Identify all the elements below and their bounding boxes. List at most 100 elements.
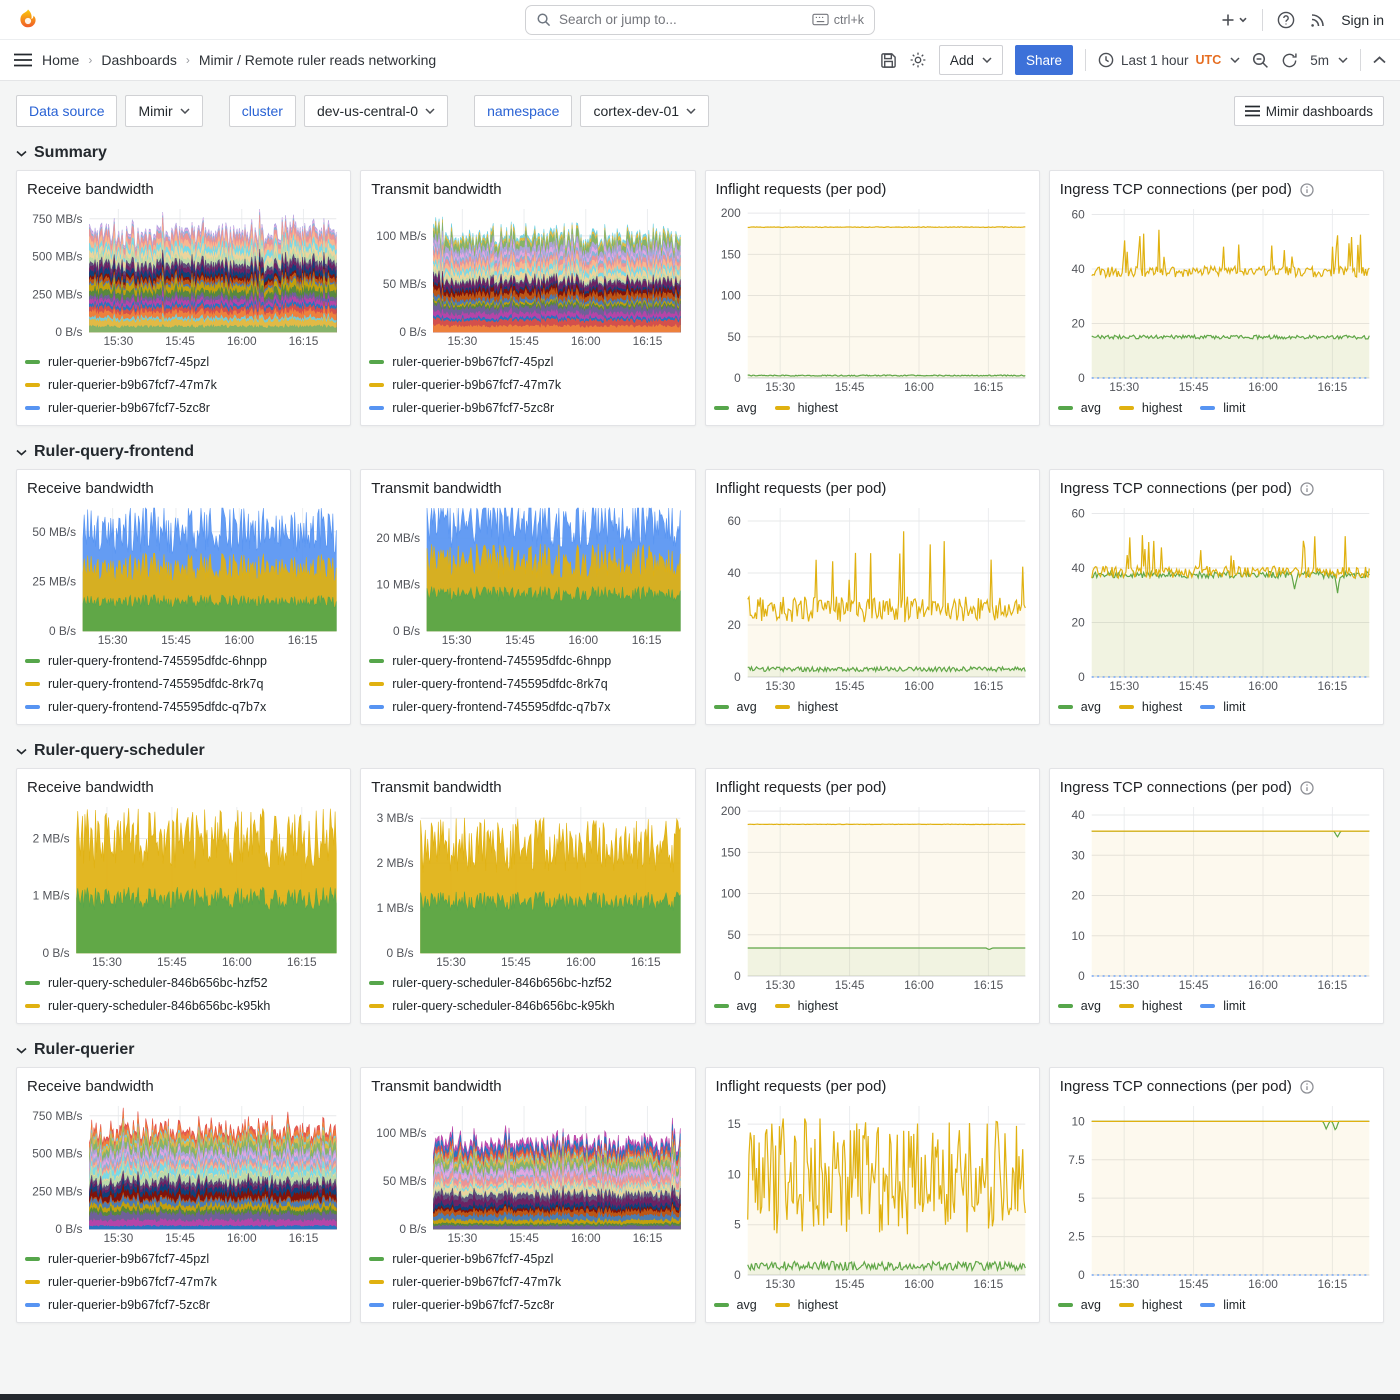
chart-scheduler-receive-bandwidth[interactable]: 0 B/s1 MB/s2 MB/s15:3015:4516:0016:15: [25, 800, 342, 970]
legend-series-label[interactable]: limit: [1223, 700, 1245, 714]
legend-series-label[interactable]: ruler-querier-b9b67fcf7-45pzl: [48, 1252, 209, 1266]
legend-item[interactable]: ruler-query-scheduler-846b656bc-k95kh: [25, 994, 342, 1017]
legend-series-label[interactable]: ruler-query-scheduler-846b656bc-hzf52: [48, 976, 268, 990]
chart-querier-receive-bandwidth[interactable]: 0 B/s250 MB/s500 MB/s750 MB/s15:3015:451…: [25, 1099, 342, 1246]
legend-item[interactable]: ruler-querier-b9b67fcf7-47m7k: [25, 373, 342, 396]
legend-series-label[interactable]: ruler-query-frontend-745595dfdc-6hnpp: [48, 654, 267, 668]
legend-series-label[interactable]: highest: [798, 999, 838, 1013]
panel-title[interactable]: Receive bandwidth: [27, 181, 154, 198]
chart-scheduler-inflight-requests[interactable]: 05010015020015:3015:4516:0016:15: [714, 800, 1031, 993]
section-header-ruler-query-scheduler[interactable]: Ruler-query-scheduler: [16, 742, 1384, 760]
sign-in-link[interactable]: Sign in: [1341, 12, 1384, 28]
legend-item[interactable]: ruler-query-scheduler-846b656bc-hzf52: [25, 971, 342, 994]
search-input[interactable]: Search or jump to... ctrl+k: [525, 5, 875, 35]
breadcrumb-dashboards[interactable]: Dashboards: [101, 52, 177, 68]
panel-title[interactable]: Transmit bandwidth: [371, 181, 501, 198]
zoom-out-icon[interactable]: [1252, 52, 1269, 69]
legend-item[interactable]: ruler-query-frontend-745595dfdc-6hnpp: [25, 649, 342, 672]
panel-title[interactable]: Ingress TCP connections (per pod): [1060, 779, 1292, 796]
legend-series-label[interactable]: ruler-query-scheduler-846b656bc-k95kh: [392, 999, 614, 1013]
legend-item[interactable]: limit: [1200, 401, 1245, 415]
legend-item[interactable]: ruler-querier-b9b67fcf7-45pzl: [369, 350, 686, 373]
settings-gear-icon[interactable]: [909, 51, 927, 69]
section-header-ruler-query-frontend[interactable]: Ruler-query-frontend: [16, 443, 1384, 461]
new-menu-button[interactable]: [1222, 13, 1248, 27]
legend-series-label[interactable]: avg: [737, 1298, 757, 1312]
cluster-select[interactable]: dev-us-central-0: [304, 95, 448, 127]
info-icon[interactable]: [1300, 482, 1314, 496]
panel-title[interactable]: Ingress TCP connections (per pod): [1060, 480, 1292, 497]
legend-series-label[interactable]: ruler-querier-b9b67fcf7-5zc8r: [392, 1298, 554, 1312]
chart-scheduler-ingress-tcp[interactable]: 01020304015:3015:4516:0016:15: [1058, 800, 1375, 993]
legend-item[interactable]: highest: [775, 700, 838, 714]
legend-series-label[interactable]: ruler-querier-b9b67fcf7-45pzl: [392, 1252, 553, 1266]
legend-series-label[interactable]: limit: [1223, 1298, 1245, 1312]
chart-querier-transmit-bandwidth[interactable]: 0 B/s50 MB/s100 MB/s15:3015:4516:0016:15: [369, 1099, 686, 1246]
legend-series-label[interactable]: avg: [737, 700, 757, 714]
info-icon[interactable]: [1300, 781, 1314, 795]
legend-item[interactable]: highest: [775, 999, 838, 1013]
info-icon[interactable]: [1300, 183, 1314, 197]
legend-item[interactable]: highest: [1119, 700, 1182, 714]
legend-item[interactable]: ruler-query-frontend-745595dfdc-q7b7x: [369, 695, 686, 718]
legend-series-label[interactable]: ruler-querier-b9b67fcf7-5zc8r: [48, 401, 210, 415]
legend-series-label[interactable]: ruler-querier-b9b67fcf7-47m7k: [48, 1275, 217, 1289]
panel-title[interactable]: Ingress TCP connections (per pod): [1060, 1078, 1292, 1095]
legend-item[interactable]: avg: [1058, 700, 1101, 714]
chart-querier-inflight-requests[interactable]: 05101515:3015:4516:0016:15: [714, 1099, 1031, 1292]
legend-item[interactable]: highest: [775, 401, 838, 415]
legend-item[interactable]: highest: [1119, 999, 1182, 1013]
legend-series-label[interactable]: limit: [1223, 401, 1245, 415]
panel-title[interactable]: Inflight requests (per pod): [716, 779, 887, 796]
legend-item[interactable]: avg: [1058, 1298, 1101, 1312]
legend-item[interactable]: ruler-querier-b9b67fcf7-5zc8r: [25, 396, 342, 419]
chart-frontend-receive-bandwidth[interactable]: 0 B/s25 MB/s50 MB/s15:3015:4516:0016:15: [25, 501, 342, 648]
panel-title[interactable]: Inflight requests (per pod): [716, 480, 887, 497]
legend-series-label[interactable]: highest: [798, 401, 838, 415]
chart-summary-receive-bandwidth[interactable]: 0 B/s250 MB/s500 MB/s750 MB/s15:3015:451…: [25, 202, 342, 349]
panel-title[interactable]: Inflight requests (per pod): [716, 1078, 887, 1095]
legend-item[interactable]: ruler-query-frontend-745595dfdc-q7b7x: [25, 695, 342, 718]
panel-title[interactable]: Inflight requests (per pod): [716, 181, 887, 198]
panel-title[interactable]: Receive bandwidth: [27, 779, 154, 796]
section-header-summary[interactable]: Summary: [16, 144, 1384, 162]
panel-title[interactable]: Ingress TCP connections (per pod): [1060, 181, 1292, 198]
legend-item[interactable]: ruler-querier-b9b67fcf7-5zc8r: [25, 1293, 342, 1316]
panel-title[interactable]: Transmit bandwidth: [371, 480, 501, 497]
legend-item[interactable]: ruler-querier-b9b67fcf7-47m7k: [25, 1270, 342, 1293]
legend-item[interactable]: ruler-querier-b9b67fcf7-47m7k: [369, 1270, 686, 1293]
chart-summary-transmit-bandwidth[interactable]: 0 B/s50 MB/s100 MB/s15:3015:4516:0016:15: [369, 202, 686, 349]
legend-series-label[interactable]: avg: [1081, 1298, 1101, 1312]
legend-item[interactable]: ruler-querier-b9b67fcf7-5zc8r: [369, 396, 686, 419]
info-icon[interactable]: [1300, 1080, 1314, 1094]
legend-series-label[interactable]: avg: [1081, 999, 1101, 1013]
legend-item[interactable]: highest: [1119, 1298, 1182, 1312]
chart-summary-inflight-requests[interactable]: 05010015020015:3015:4516:0016:15: [714, 202, 1031, 395]
share-button[interactable]: Share: [1015, 45, 1073, 75]
legend-series-label[interactable]: ruler-querier-b9b67fcf7-5zc8r: [48, 1298, 210, 1312]
legend-item[interactable]: highest: [1119, 401, 1182, 415]
time-range-picker[interactable]: Last 1 hour UTC: [1098, 52, 1240, 68]
panel-title[interactable]: Transmit bandwidth: [371, 779, 501, 796]
refresh-interval-picker[interactable]: 5m: [1310, 53, 1348, 68]
legend-item[interactable]: avg: [714, 700, 757, 714]
panel-title[interactable]: Transmit bandwidth: [371, 1078, 501, 1095]
legend-series-label[interactable]: ruler-query-frontend-745595dfdc-q7b7x: [48, 700, 266, 714]
collapse-toolbar-icon[interactable]: [1373, 56, 1386, 64]
legend-item[interactable]: limit: [1200, 1298, 1245, 1312]
legend-series-label[interactable]: ruler-querier-b9b67fcf7-45pzl: [48, 355, 209, 369]
legend-series-label[interactable]: highest: [1142, 1298, 1182, 1312]
legend-item[interactable]: highest: [775, 1298, 838, 1312]
legend-series-label[interactable]: limit: [1223, 999, 1245, 1013]
legend-item[interactable]: ruler-querier-b9b67fcf7-47m7k: [369, 373, 686, 396]
legend-item[interactable]: avg: [1058, 401, 1101, 415]
legend-series-label[interactable]: ruler-query-frontend-745595dfdc-8rk7q: [48, 677, 263, 691]
legend-series-label[interactable]: ruler-query-scheduler-846b656bc-k95kh: [48, 999, 270, 1013]
legend-item[interactable]: ruler-query-scheduler-846b656bc-k95kh: [369, 994, 686, 1017]
legend-item[interactable]: limit: [1200, 700, 1245, 714]
legend-series-label[interactable]: avg: [1081, 700, 1101, 714]
legend-series-label[interactable]: avg: [1081, 401, 1101, 415]
legend-series-label[interactable]: ruler-querier-b9b67fcf7-45pzl: [392, 355, 553, 369]
legend-item[interactable]: avg: [714, 401, 757, 415]
help-icon[interactable]: [1277, 11, 1295, 29]
